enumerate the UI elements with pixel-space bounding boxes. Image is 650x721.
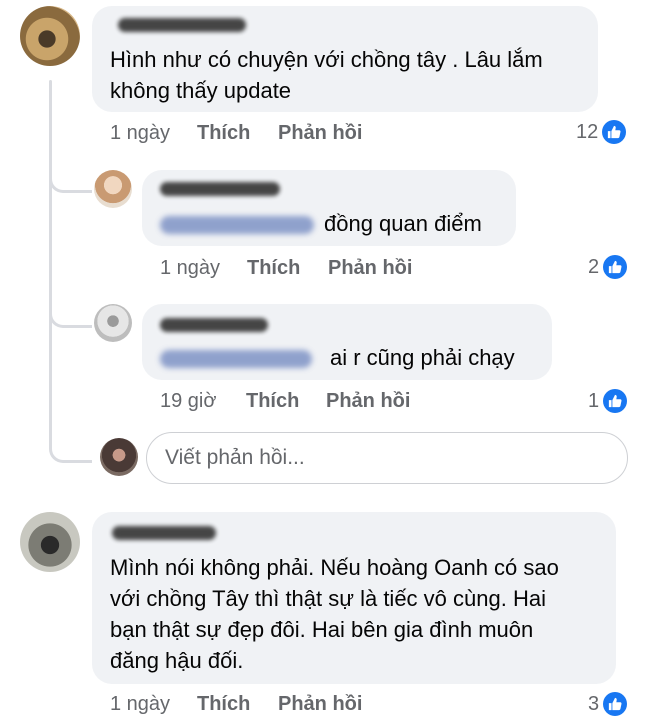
avatar[interactable]	[20, 6, 80, 66]
avatar[interactable]	[20, 512, 80, 572]
reaction-number: 12	[576, 120, 599, 143]
reaction-number: 1	[588, 389, 600, 412]
thumbs-up-icon	[603, 255, 628, 279]
thumbs-up-icon	[603, 389, 628, 413]
comment-text: Hình như có chuyện với chồng tây . Lâu l…	[110, 47, 543, 103]
reply-button[interactable]: Phản hồi	[326, 390, 410, 413]
thumbs-up-icon	[602, 120, 627, 144]
reaction-number: 2	[588, 255, 600, 278]
reply-placeholder: Viết phản hồi...	[165, 446, 305, 469]
comment-actions: 1 ngày Thích Phản hồi	[110, 693, 390, 717]
comment-time[interactable]: 1 ngày	[110, 122, 170, 145]
author-name-blurred[interactable]	[160, 182, 280, 196]
comment-time[interactable]: 1 ngày	[110, 693, 170, 716]
mention-tag-blurred[interactable]	[160, 350, 312, 368]
like-button[interactable]: Thích	[246, 390, 299, 413]
reaction-count[interactable]: 12	[576, 120, 627, 144]
reply-bubble: ai r cũng phải chạy	[142, 304, 552, 380]
comment-text: Mình nói không phải. Nếu hoàng Oanh có s…	[110, 555, 559, 673]
like-button[interactable]: Thích	[197, 122, 250, 145]
current-user-avatar	[100, 438, 138, 476]
like-button[interactable]: Thích	[247, 257, 300, 280]
avatar[interactable]	[94, 304, 132, 342]
reply-time[interactable]: 1 ngày	[160, 257, 220, 280]
thread-line	[49, 80, 52, 440]
like-button[interactable]: Thích	[197, 693, 250, 716]
thread-branch	[49, 150, 92, 193]
reply-button[interactable]: Phản hồi	[278, 122, 362, 145]
reply-text: ai r cũng phải chạy	[330, 345, 515, 370]
reaction-number: 3	[588, 692, 600, 715]
comment-bubble: Mình nói không phải. Nếu hoàng Oanh có s…	[92, 512, 616, 684]
comment-actions: 1 ngày Thích Phản hồi	[110, 122, 390, 146]
reply-button[interactable]: Phản hồi	[278, 693, 362, 716]
reply-bubble: đồng quan điểm	[142, 170, 516, 246]
reaction-count[interactable]: 3	[588, 692, 628, 716]
reaction-count[interactable]: 1	[588, 389, 628, 413]
reply-input[interactable]: Viết phản hồi...	[146, 432, 628, 484]
author-name-blurred[interactable]	[160, 318, 268, 332]
reaction-count[interactable]: 2	[588, 255, 628, 279]
comment-bubble: Hình như có chuyện với chồng tây . Lâu l…	[92, 6, 598, 112]
mention-tag-blurred[interactable]	[160, 216, 314, 234]
thread-branch	[49, 285, 92, 328]
thread-branch	[49, 420, 92, 463]
reply-button[interactable]: Phản hồi	[328, 257, 412, 280]
thumbs-up-icon	[603, 692, 628, 716]
reply-time[interactable]: 19 giờ	[160, 390, 216, 413]
reply-actions: 19 giờ Thích Phản hồi	[160, 390, 440, 414]
avatar[interactable]	[94, 170, 132, 208]
reply-actions: 1 ngày Thích Phản hồi	[160, 257, 440, 281]
reply-text: đồng quan điểm	[324, 211, 482, 236]
author-name-blurred[interactable]	[112, 526, 216, 540]
author-name-blurred[interactable]	[118, 18, 246, 32]
